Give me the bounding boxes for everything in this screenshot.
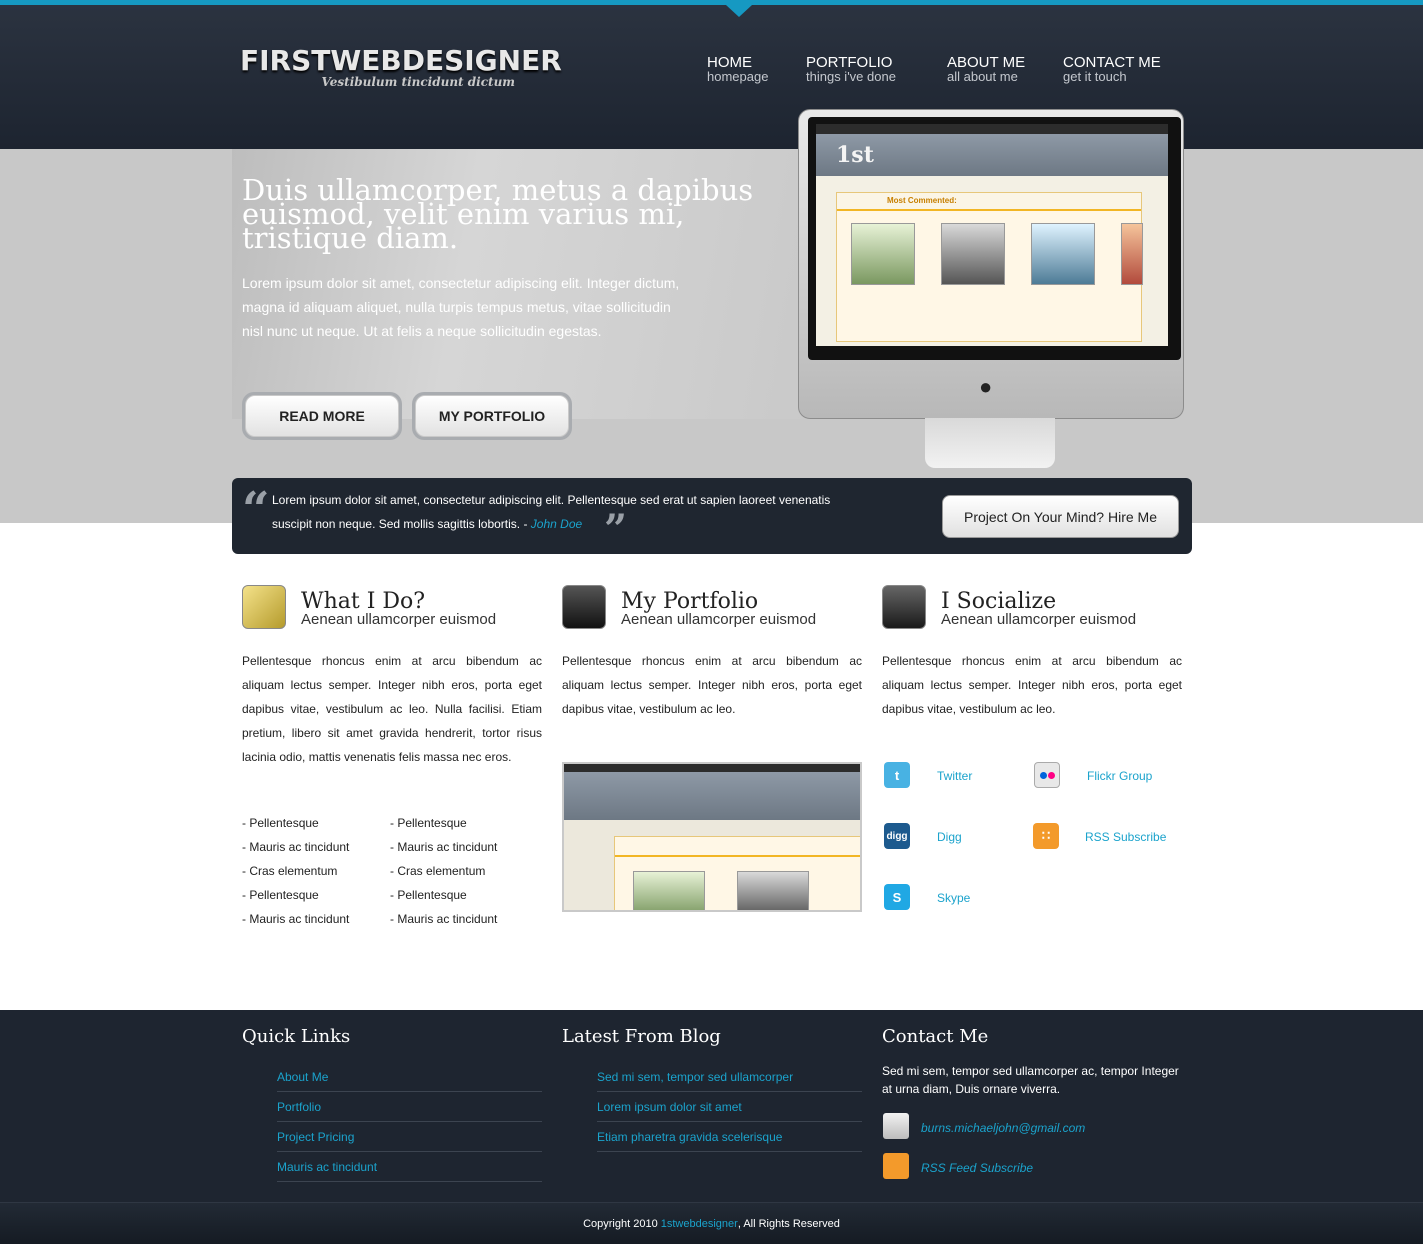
hero-text: Lorem ipsum dolor sit amet, consectetur … xyxy=(242,275,680,339)
twitter-icon[interactable]: t xyxy=(884,762,910,788)
my-portfolio-text: Pellentesque rhoncus enim at arcu bibend… xyxy=(562,654,862,716)
nav-sublabel: things i've done xyxy=(806,69,896,84)
list-item: - Pellentesque xyxy=(242,888,319,902)
latest-blog-title: Latest From Blog xyxy=(562,1026,721,1047)
blog-link[interactable]: Lorem ipsum dolor sit amet xyxy=(597,1092,862,1122)
hero-title: Duis ullamcorper, metus a dapibus euismo… xyxy=(242,173,754,255)
thumb-topbar xyxy=(564,764,860,772)
quote-close-icon: ” xyxy=(604,506,628,553)
site-tagline: Vestibulum tincidunt dictum xyxy=(321,75,515,89)
nav-item-portfolio[interactable]: PORTFOLIO things i've done xyxy=(806,54,896,84)
read-more-label: READ MORE xyxy=(245,395,399,437)
nav-item-home[interactable]: HOME homepage xyxy=(707,54,768,84)
skype-icon[interactable]: S xyxy=(884,884,910,910)
quick-links-title: Quick Links xyxy=(242,1026,351,1047)
list-item: - Pellentesque xyxy=(242,816,319,830)
screen-most-commented-box: Most Commented: xyxy=(836,192,1143,342)
monitor-stand xyxy=(925,418,1055,468)
thumb-box xyxy=(614,836,860,910)
twitter-link[interactable]: Twitter xyxy=(937,769,972,783)
testimonial-author: John Doe xyxy=(530,517,583,531)
read-more-button[interactable]: READ MORE xyxy=(242,392,402,440)
testimonial-text: Lorem ipsum dolor sit amet, consectetur … xyxy=(272,488,872,536)
footer-link-portfolio[interactable]: Portfolio xyxy=(277,1092,542,1122)
list-item: - Cras elementum xyxy=(390,864,486,878)
footer-link-pricing[interactable]: Project Pricing xyxy=(277,1122,542,1152)
i-socialize-text: Pellentesque rhoncus enim at arcu bibend… xyxy=(882,654,1182,716)
my-portfolio-subtitle: Aenean ullamcorper euismod xyxy=(621,611,817,628)
apple-logo-icon: ● xyxy=(979,374,993,399)
rss-icon[interactable]: ∷ xyxy=(1033,823,1059,849)
photo-device-icon xyxy=(882,585,926,629)
copyright-brand-link[interactable]: 1stwebdesigner xyxy=(661,1218,738,1230)
digg-link[interactable]: Digg xyxy=(937,830,962,844)
screen-box-title: Most Commented: xyxy=(887,196,957,205)
copyright-bar: Copyright 2010 1stwebdesigner, All Right… xyxy=(0,1202,1423,1244)
nav-item-about[interactable]: ABOUT ME all about me xyxy=(947,54,1025,84)
screen-box-header: Most Commented: xyxy=(837,193,1141,211)
screen-logo: 1st xyxy=(836,142,874,168)
footer-link-mauris[interactable]: Mauris ac tincidunt xyxy=(277,1152,542,1182)
blog-link[interactable]: Etiam pharetra gravida scelerisque xyxy=(597,1122,862,1152)
nav-sublabel: all about me xyxy=(947,69,1018,84)
copyright-suffix: , All Rights Reserved xyxy=(737,1217,840,1230)
skype-link[interactable]: Skype xyxy=(937,891,970,905)
quote-open-icon: “ xyxy=(242,482,270,538)
contact-me-title: Contact Me xyxy=(882,1026,989,1047)
flickr-link[interactable]: Flickr Group xyxy=(1087,769,1152,783)
contact-email-link[interactable]: burns.michaeljohn@gmail.com xyxy=(921,1121,1085,1135)
rss-link[interactable]: RSS Subscribe xyxy=(1085,830,1166,844)
list-item: - Cras elementum xyxy=(242,864,338,878)
digg-icon[interactable]: digg xyxy=(884,823,910,849)
thumb-header xyxy=(564,772,860,820)
rss-feed-icon xyxy=(883,1153,909,1179)
thumb-image-1 xyxy=(633,871,705,910)
screen-thumb-4 xyxy=(1121,223,1143,285)
screen-topbar xyxy=(816,124,1168,134)
flickr-icon[interactable] xyxy=(1034,762,1060,788)
contact-text: Sed mi sem, tempor sed ullamcorper ac, t… xyxy=(882,1064,1179,1096)
blog-link[interactable]: Sed mi sem, tempor sed ullamcorper xyxy=(597,1062,862,1092)
top-accent-line xyxy=(0,0,1423,5)
screen-thumb-2 xyxy=(941,223,1005,285)
what-i-do-text: Pellentesque rhoncus enim at arcu bibend… xyxy=(242,654,542,764)
list-item: - Mauris ac tincidunt xyxy=(390,912,498,926)
my-portfolio-label: MY PORTFOLIO xyxy=(415,395,569,437)
portfolio-thumbnail[interactable] xyxy=(562,762,862,912)
list-item: - Pellentesque xyxy=(390,816,467,830)
i-socialize-subtitle: Aenean ullamcorper euismod xyxy=(941,611,1137,628)
list-item: - Mauris ac tincidunt xyxy=(242,912,350,926)
thumb-image-2 xyxy=(737,871,809,910)
list-item: - Pellentesque xyxy=(390,888,467,902)
nav-item-contact[interactable]: CONTACT ME get it touch xyxy=(1063,54,1161,84)
pencil-ruler-icon xyxy=(242,585,286,629)
nav-sublabel: get it touch xyxy=(1063,69,1127,84)
monitor-icon xyxy=(562,585,606,629)
what-i-do-subtitle: Aenean ullamcorper euismod xyxy=(301,611,497,628)
hire-me-button[interactable]: Project On Your Mind? Hire Me xyxy=(942,495,1179,538)
screen-thumb-3 xyxy=(1031,223,1095,285)
rss-feed-link[interactable]: RSS Feed Subscribe xyxy=(921,1161,1033,1175)
screen-thumb-1 xyxy=(851,223,915,285)
my-portfolio-button[interactable]: MY PORTFOLIO xyxy=(412,392,572,440)
footer-link-about[interactable]: About Me xyxy=(277,1062,542,1092)
envelope-icon xyxy=(883,1113,909,1139)
nav-sublabel: homepage xyxy=(707,69,769,84)
site-logo[interactable]: FIRSTWEBDESIGNER xyxy=(240,44,562,77)
monitor-screen: 1st Most Commented: xyxy=(816,124,1168,346)
top-notch-indicator xyxy=(726,5,752,17)
list-item: - Mauris ac tincidunt xyxy=(390,840,498,854)
thumb-box-header xyxy=(615,837,860,857)
list-item: - Mauris ac tincidunt xyxy=(242,840,350,854)
copyright-prefix: Copyright 2010 xyxy=(583,1217,658,1230)
